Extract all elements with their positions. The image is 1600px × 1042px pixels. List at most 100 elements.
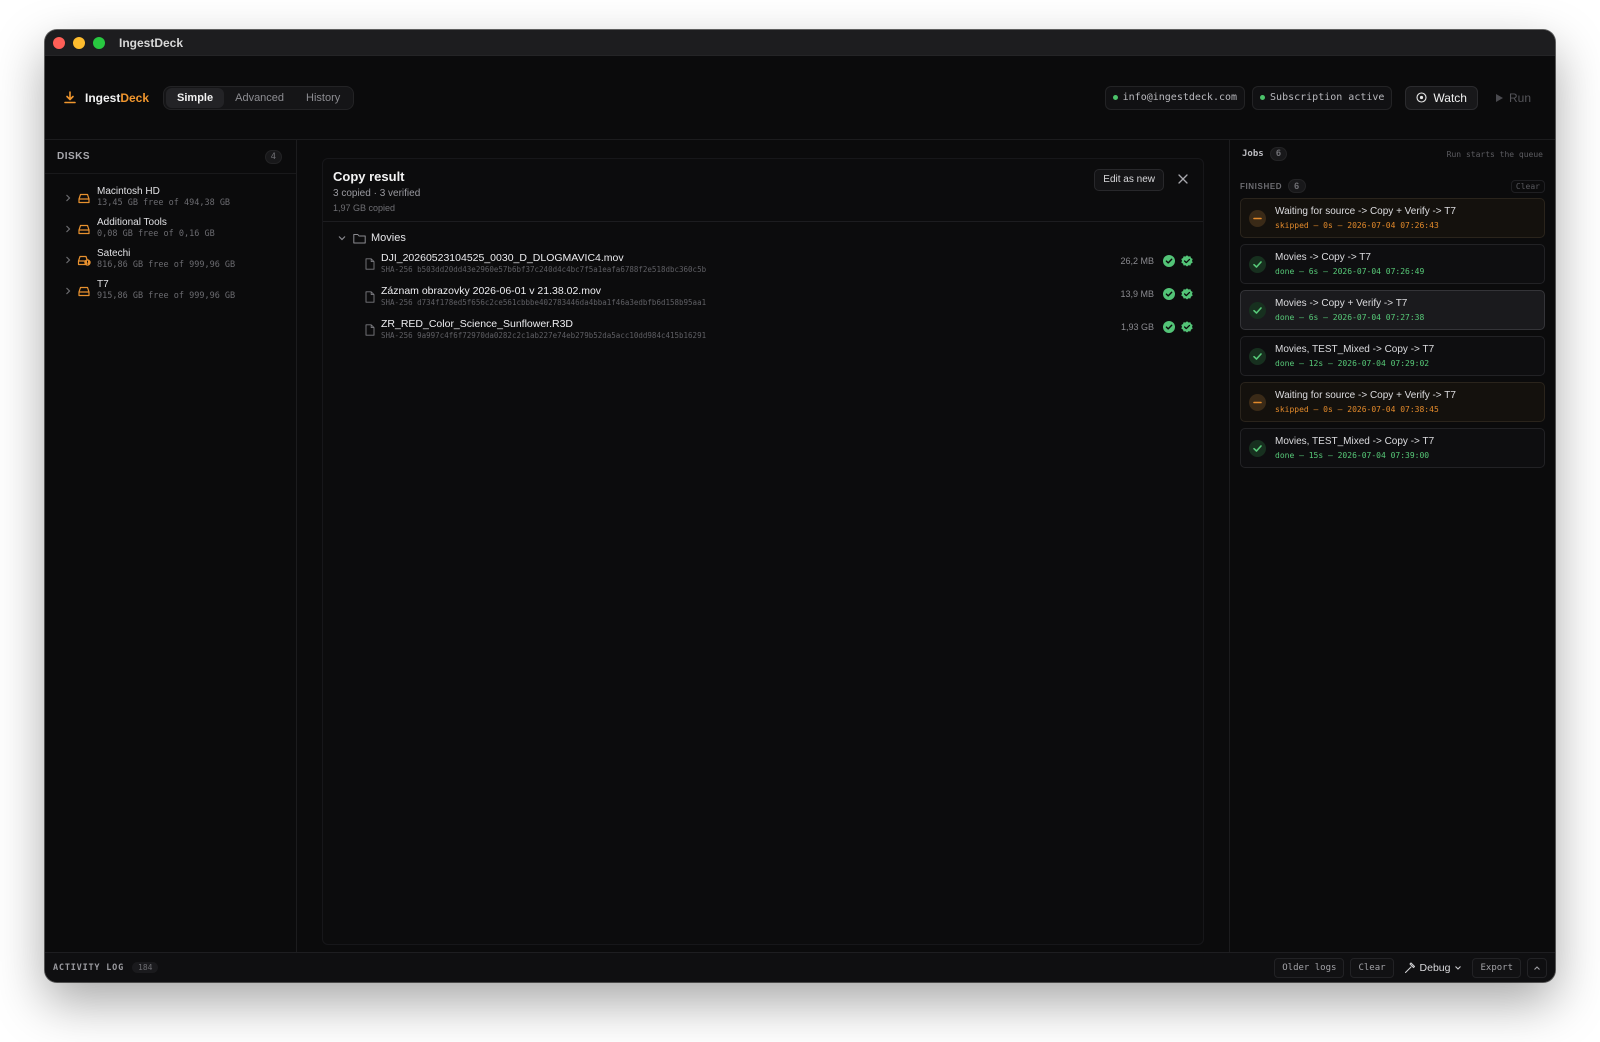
disk-free-space: 915,86 GB free of 999,96 GB	[97, 291, 236, 301]
file-hash: SHA-256 9a997c4f6f72970da0282c2c1ab227e7…	[381, 331, 707, 340]
disk-item-additional-tools[interactable]: Additional Tools 0,08 GB free of 0,16 GB	[45, 210, 296, 241]
job-title: Movies, TEST_Mixed -> Copy -> T7	[1275, 344, 1435, 355]
file-icon	[365, 291, 375, 303]
drive-warning-icon	[77, 255, 91, 266]
folder-name: Movies	[371, 232, 406, 244]
jobs-title: Jobs 6	[1242, 147, 1288, 161]
job-title: Movies -> Copy -> T7	[1275, 252, 1371, 263]
subscription-status: Subscription active	[1270, 92, 1385, 103]
disk-item-t7[interactable]: T7 915,86 GB free of 999,96 GB	[45, 272, 296, 303]
drive-icon	[78, 193, 90, 204]
watch-label: Watch	[1433, 90, 1467, 105]
copy-result-header: Copy result 3 copied · 3 verified 1,97 G…	[323, 159, 1203, 222]
job-meta: done — 15s — 2026-07-04 07:39:00	[1275, 451, 1430, 460]
close-icon[interactable]	[1177, 173, 1189, 185]
app-window: IngestDeck IngestDeck Simple Advanced Hi…	[45, 30, 1555, 982]
skipped-icon	[1249, 394, 1266, 411]
disk-free-space: 13,45 GB free of 494,38 GB	[97, 198, 231, 208]
zoom-window-button[interactable]	[93, 36, 105, 49]
file-size: 26,2 MB	[1120, 256, 1154, 266]
account-email-badge[interactable]: info@ingestdeck.com	[1104, 85, 1246, 110]
run-label: Run	[1508, 90, 1531, 105]
job-item[interactable]: Movies, TEST_Mixed -> Copy -> T7 done — …	[1240, 336, 1545, 376]
file-status: 13,9 MB	[1120, 288, 1193, 300]
jobs-hint: Run starts the queue	[1446, 149, 1543, 159]
download-icon	[64, 90, 76, 103]
expand-log-button[interactable]	[1527, 957, 1547, 978]
disk-free-space: 0,08 GB free of 0,16 GB	[97, 229, 215, 239]
file-icon	[365, 324, 375, 336]
older-logs-button[interactable]: Older logs	[1274, 957, 1345, 978]
chevron-right-icon[interactable]	[63, 193, 73, 203]
disks-header: DISKS 4	[45, 140, 296, 174]
chevron-right-icon[interactable]	[63, 286, 73, 296]
chevron-down-icon	[1455, 965, 1462, 970]
copied-check-icon	[1163, 321, 1175, 333]
clear-finished-button[interactable]: Clear	[1510, 179, 1545, 193]
file-name: ZR_RED_Color_Science_Sunflower.R3D	[381, 318, 574, 330]
job-item[interactable]: Waiting for source -> Copy + Verify -> T…	[1240, 382, 1545, 422]
disk-item-satechi[interactable]: Satechi 816,86 GB free of 999,96 GB	[45, 241, 296, 272]
brand: IngestDeck	[63, 91, 149, 105]
disk-name: Macintosh HD	[97, 186, 160, 197]
file-row[interactable]: Záznam obrazovky 2026-06-01 v 21.38.02.m…	[323, 285, 1203, 318]
file-hash: SHA-256 d734f178ed5f656c2ce561cbbbe40278…	[381, 298, 707, 307]
chevron-down-icon[interactable]	[337, 233, 347, 243]
disk-name: T7	[97, 279, 109, 290]
debug-dropdown[interactable]: Debug	[1400, 962, 1467, 974]
brand-name: IngestDeck	[85, 91, 149, 105]
verified-badge-icon	[1181, 288, 1193, 300]
file-name: Záznam obrazovky 2026-06-01 v 21.38.02.m…	[381, 285, 602, 297]
run-button[interactable]: Run	[1485, 86, 1541, 110]
done-check-icon	[1249, 256, 1266, 273]
copy-result-total: 1,97 GB copied	[333, 203, 396, 213]
subscription-badge[interactable]: Subscription active	[1252, 85, 1393, 110]
job-item[interactable]: Movies -> Copy -> T7 done — 6s — 2026-07…	[1240, 244, 1545, 284]
file-row[interactable]: DJI_20260523104525_0030_D_DLOGMAVIC4.mov…	[323, 252, 1203, 285]
account-email: info@ingestdeck.com	[1122, 92, 1238, 103]
status-dot	[1260, 95, 1266, 100]
watch-icon	[1416, 92, 1427, 103]
disk-item-macintosh-hd[interactable]: Macintosh HD 13,45 GB free of 494,38 GB	[45, 179, 296, 210]
disks-sidebar: DISKS 4 Macintosh HD 13,45 GB free of 49…	[45, 140, 297, 952]
drive-icon	[78, 286, 90, 297]
tab-history[interactable]: History	[295, 88, 351, 108]
job-title: Movies -> Copy + Verify -> T7	[1275, 298, 1408, 309]
job-item[interactable]: Movies, TEST_Mixed -> Copy -> T7 done — …	[1240, 428, 1545, 468]
chevron-right-icon[interactable]	[63, 224, 73, 234]
brand-name-accent: Deck	[120, 90, 150, 105]
job-item-selected[interactable]: Movies -> Copy + Verify -> T7 done — 6s …	[1240, 290, 1545, 330]
clear-log-button[interactable]: Clear	[1350, 957, 1394, 978]
file-icon	[365, 258, 375, 270]
jobs-title-label: Jobs	[1242, 149, 1264, 159]
disk-free-space: 816,86 GB free of 999,96 GB	[97, 260, 236, 270]
folder-row-movies[interactable]: Movies	[323, 224, 1203, 252]
disk-name: Satechi	[97, 248, 131, 259]
file-size: 1,93 GB	[1120, 322, 1154, 332]
status-dot	[1112, 95, 1118, 100]
job-item[interactable]: Waiting for source -> Copy + Verify -> T…	[1240, 198, 1545, 238]
done-check-icon	[1249, 302, 1266, 319]
edit-as-new-button[interactable]: Edit as new	[1094, 169, 1164, 191]
play-icon	[1495, 93, 1503, 102]
skipped-icon	[1249, 210, 1266, 227]
job-meta: skipped — 0s — 2026-07-04 07:38:45	[1275, 405, 1439, 414]
debug-label: Debug	[1419, 961, 1451, 974]
activity-log-bar: ACTIVITY LOG 184 Older logs Clear Debug …	[45, 952, 1555, 982]
file-row[interactable]: ZR_RED_Color_Science_Sunflower.R3D SHA-2…	[323, 318, 1203, 351]
minimize-window-button[interactable]	[73, 36, 85, 49]
export-log-button[interactable]: Export	[1472, 957, 1521, 978]
copy-result-panel: Copy result 3 copied · 3 verified 1,97 G…	[322, 158, 1204, 945]
jobs-panel: Jobs 6 Run starts the queue FINISHED 6 C…	[1229, 140, 1555, 952]
copy-result-summary: 3 copied · 3 verified	[333, 188, 421, 199]
title-bar: IngestDeck	[45, 30, 1555, 56]
watch-button[interactable]: Watch	[1405, 85, 1478, 110]
chevron-right-icon[interactable]	[63, 255, 73, 265]
disks-count-badge: 4	[264, 149, 282, 164]
close-window-button[interactable]	[53, 36, 65, 49]
toolbar: IngestDeck Simple Advanced History info@…	[45, 56, 1555, 140]
tab-simple[interactable]: Simple	[166, 87, 225, 108]
tab-advanced[interactable]: Advanced	[224, 88, 295, 108]
window-title: IngestDeck	[119, 35, 184, 50]
brand-name-main: Ingest	[85, 90, 121, 105]
